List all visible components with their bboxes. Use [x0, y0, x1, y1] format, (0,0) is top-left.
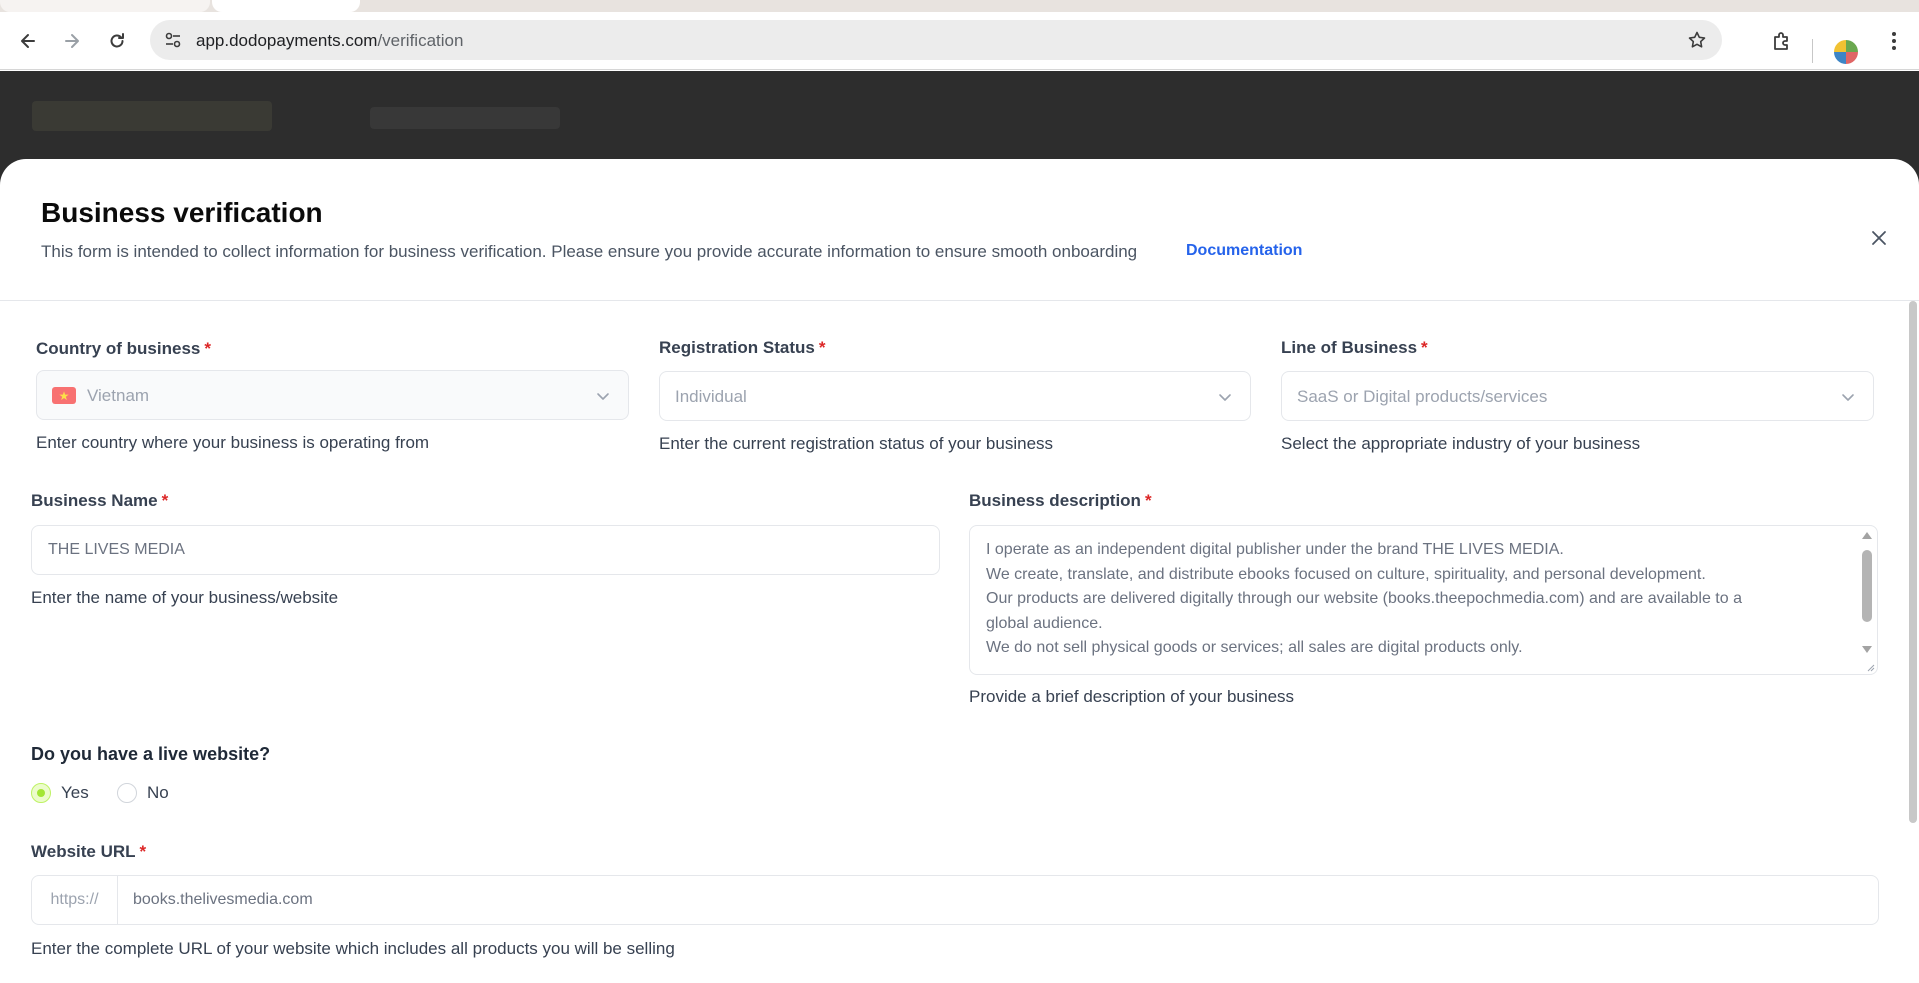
modal-header: Business verification This form is inten…	[0, 159, 1919, 301]
chevron-down-icon	[1216, 388, 1234, 406]
line-of-business-label: Line of Business *	[1281, 338, 1428, 357]
resize-handle-icon[interactable]	[1865, 662, 1875, 672]
registration-value: Individual	[675, 387, 747, 406]
line-of-business-value: SaaS or Digital products/services	[1297, 387, 1548, 406]
radio-yes[interactable]: Yes	[31, 783, 89, 803]
background-title	[370, 107, 560, 129]
website-url-value[interactable]: books.thelivesmedia.com	[133, 891, 313, 909]
website-url-label: Website URL *	[31, 842, 147, 861]
extensions-icon[interactable]	[1768, 27, 1796, 55]
site-info-icon[interactable]	[162, 29, 184, 51]
scroll-thumb[interactable]	[1862, 550, 1872, 622]
description-line: We do not sell physical goods or service…	[986, 639, 1523, 656]
url-text: app.dodopayments.com/verification	[196, 31, 464, 50]
address-bar[interactable]: app.dodopayments.com/verification	[150, 20, 1722, 60]
country-select[interactable]: ★ Vietnam	[36, 370, 629, 420]
description-line: Our products are delivered digitally thr…	[986, 590, 1742, 607]
modal-title: Business verification	[41, 197, 323, 228]
radio-yes-label: Yes	[61, 783, 89, 802]
modal-scrollbar[interactable]	[1909, 301, 1917, 823]
business-description-label: Business description *	[969, 491, 1152, 510]
business-description-help: Provide a brief description of your busi…	[969, 687, 1295, 706]
radio-no[interactable]: No	[117, 783, 169, 803]
website-url-help: Enter the complete URL of your website w…	[31, 939, 675, 958]
registration-label: Registration Status *	[659, 338, 826, 357]
country-label: Country of business *	[36, 339, 211, 358]
line-of-business-select[interactable]: SaaS or Digital products/services	[1281, 371, 1874, 421]
registration-select[interactable]: Individual	[659, 371, 1251, 421]
business-verification-modal: Business verification This form is inten…	[0, 159, 1919, 983]
browser-toolbar: app.dodopayments.com/verification	[0, 12, 1919, 70]
radio-no-label: No	[147, 783, 169, 802]
country-value: Vietnam	[87, 386, 150, 405]
documentation-link[interactable]: Documentation	[1186, 242, 1302, 260]
profile-avatar[interactable]	[1834, 40, 1858, 64]
business-name-input[interactable]	[31, 525, 940, 575]
country-help: Enter country where your business is ope…	[36, 433, 430, 452]
forward-icon[interactable]	[58, 27, 86, 55]
modal-subtitle: This form is intended to collect informa…	[41, 242, 1138, 261]
more-menu-icon[interactable]	[1880, 27, 1908, 55]
url-prefix: https://	[32, 876, 118, 924]
tab-strip	[0, 0, 1919, 12]
radio-no-button[interactable]	[117, 783, 137, 803]
description-line: We create, translate, and distribute ebo…	[986, 565, 1706, 583]
registration-help: Enter the current registration status of…	[659, 434, 1054, 453]
background-logo	[32, 101, 272, 131]
vietnam-flag-icon: ★	[52, 387, 76, 404]
business-description-text: I operate as an independent digital publ…	[986, 538, 1846, 661]
radio-yes-button[interactable]	[31, 783, 51, 803]
chevron-down-icon	[594, 387, 612, 405]
textarea-scrollbar[interactable]	[1860, 530, 1874, 668]
scroll-up-arrow-icon[interactable]	[1862, 532, 1872, 539]
toolbar-divider	[1812, 39, 1813, 63]
browser-tab[interactable]	[0, 0, 210, 12]
business-name-help: Enter the name of your business/website	[31, 588, 339, 607]
website-url-input[interactable]: https:// books.thelivesmedia.com	[31, 875, 1879, 925]
description-line: global audience.	[986, 614, 1103, 632]
business-description-textarea[interactable]: I operate as an independent digital publ…	[969, 525, 1878, 675]
bookmark-star-icon[interactable]	[1686, 29, 1708, 51]
reload-icon[interactable]	[103, 27, 131, 55]
browser-tab-active[interactable]	[212, 0, 360, 12]
description-line: I operate as an independent digital publ…	[986, 541, 1564, 558]
business-name-label: Business Name *	[31, 491, 169, 510]
close-icon[interactable]	[1866, 225, 1892, 251]
chevron-down-icon	[1839, 388, 1857, 406]
scroll-down-arrow-icon[interactable]	[1862, 646, 1872, 653]
live-website-question: Do you have a live website?	[31, 744, 271, 764]
line-of-business-help: Select the appropriate industry of your …	[1281, 434, 1641, 453]
back-icon[interactable]	[14, 27, 42, 55]
